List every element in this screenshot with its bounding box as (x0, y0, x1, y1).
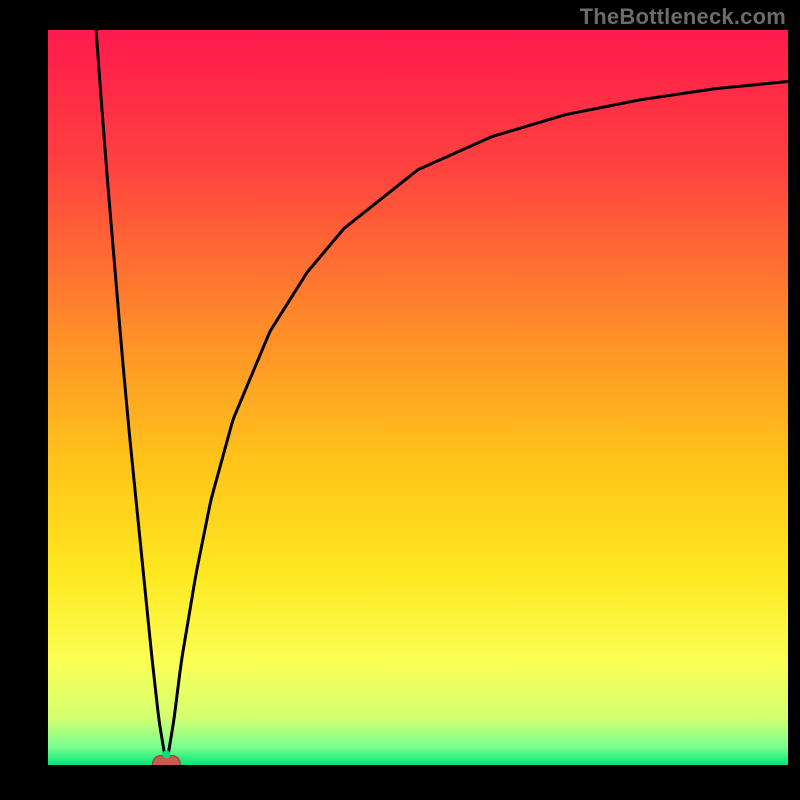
watermark-text: TheBottleneck.com (580, 4, 786, 30)
gradient-background (48, 30, 788, 765)
chart-frame: TheBottleneck.com (0, 0, 800, 800)
chart-plot (48, 30, 788, 765)
